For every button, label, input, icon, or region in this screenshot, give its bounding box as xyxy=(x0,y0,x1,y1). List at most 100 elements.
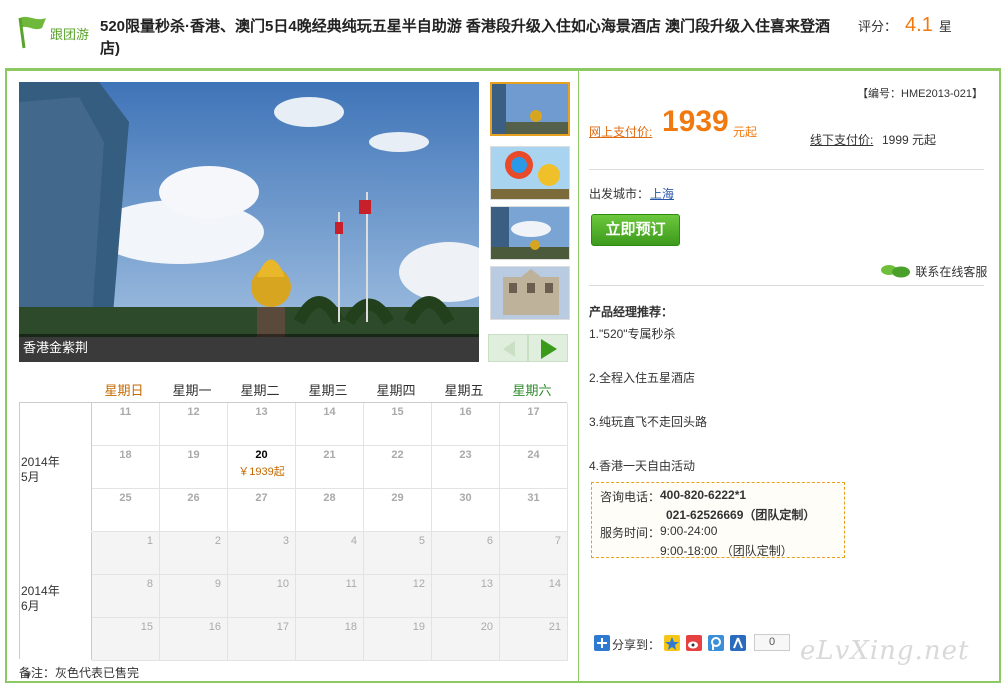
day-number: 20 xyxy=(255,449,268,461)
calendar-day: 7 xyxy=(500,532,568,575)
calendar-day: 12 xyxy=(364,575,432,618)
calendar-day: 31 xyxy=(500,489,568,532)
rating-label: 评分： xyxy=(858,19,898,34)
thumbnail-2[interactable] xyxy=(490,146,570,200)
calendar-day: 8 xyxy=(92,575,160,618)
month-label: 2014年 xyxy=(21,455,60,469)
calendar-day: 12 xyxy=(160,403,228,446)
chat-bubble-icon xyxy=(881,265,910,278)
thumbnail-prev-button[interactable] xyxy=(488,334,528,362)
month-label: 6月 xyxy=(21,599,40,613)
watermark: eLvXing.net xyxy=(800,636,970,666)
offline-price: 1999 元起 xyxy=(882,133,937,147)
calendar-day: 1 xyxy=(92,532,160,575)
thumbnail-next-button[interactable] xyxy=(528,334,568,362)
day-number: 4 xyxy=(350,535,357,547)
calendar-day: 15 xyxy=(364,403,432,446)
calendar-day: 9 xyxy=(160,575,228,618)
day-number: 18 xyxy=(344,621,357,633)
thumbnail-1[interactable] xyxy=(490,82,570,136)
calendar-day: 16 xyxy=(160,618,228,661)
thumbnail-4[interactable] xyxy=(490,266,570,320)
day-number: 13 xyxy=(480,578,493,590)
calendar-day-available[interactable]: 20 ￥1939起 xyxy=(228,446,296,489)
calendar-day: 15 xyxy=(92,618,160,661)
day-number: 15 xyxy=(391,406,404,418)
plus-share-icon[interactable] xyxy=(594,635,610,651)
weekday-header: 星期一 xyxy=(172,383,212,398)
calendar-day: 24 xyxy=(500,446,568,489)
share-label: 分享到： xyxy=(612,638,661,652)
depart-city-link[interactable]: 上海 xyxy=(650,185,674,202)
online-price-label[interactable]: 网上支付价: xyxy=(589,123,652,140)
tencent-weibo-icon[interactable] xyxy=(708,635,724,651)
calendar-day: 10 xyxy=(228,575,296,618)
day-number: 11 xyxy=(345,578,357,590)
page-title: 520限量秒杀·香港、澳门5日4晚经典纯玩五星半自助游 香港段升级入住如心海景酒… xyxy=(100,18,831,57)
depart-city-label: 出发城市： xyxy=(589,187,650,201)
day-number: 1 xyxy=(146,535,153,547)
thumbnail-image xyxy=(492,84,568,134)
weibo-icon[interactable] xyxy=(686,635,702,651)
day-number: 2 xyxy=(214,535,221,547)
day-number: 13 xyxy=(255,406,268,418)
calendar-day: 22 xyxy=(364,446,432,489)
weekday-header: 星期四 xyxy=(376,383,416,398)
book-now-button[interactable]: 立即预订 xyxy=(591,214,680,246)
day-number: 17 xyxy=(276,621,289,633)
calendar-grid: ▲ ▼ 2014年5月11121314151617181920￥1939起212… xyxy=(19,402,568,682)
arrow-right-icon xyxy=(541,339,557,359)
contact-box: 咨询电话： 400-820-6222*1 021-62526669（团队定制） … xyxy=(591,482,845,558)
day-number: 9 xyxy=(214,578,221,590)
pm-item: 2.全程入住五星酒店 xyxy=(589,371,696,385)
page-header: 跟团游 520限量秒杀·香港、澳门5日4晚经典纯玩五星半自助游 香港段升级入住如… xyxy=(0,0,1004,68)
calendar-day: 28 xyxy=(296,489,364,532)
booking-panel: 【编号：HME2013-021】 网上支付价: 1939 元起 线下支付价: 1… xyxy=(580,71,1001,683)
column-divider xyxy=(578,71,579,683)
online-service-link[interactable]: 联系在线客服 xyxy=(880,263,987,280)
calendar-day: 20 xyxy=(432,618,500,661)
share-count: 0 xyxy=(754,634,790,651)
qzone-icon[interactable] xyxy=(664,635,680,651)
calendar-day: 27 xyxy=(228,489,296,532)
pm-item: 4.香港一天自由活动 xyxy=(589,459,696,473)
thumbnail-3[interactable] xyxy=(490,206,570,260)
day-number: 19 xyxy=(412,621,425,633)
thumbnail-image xyxy=(491,267,569,319)
photo-caption: 香港金紫荆 xyxy=(23,340,89,355)
calendar-day: 16 xyxy=(432,403,500,446)
day-number: 30 xyxy=(459,492,472,504)
logo-text: 跟团游 xyxy=(50,27,90,42)
calendar-day: 26 xyxy=(160,489,228,532)
thumbnail-image xyxy=(491,207,569,259)
day-number: 6 xyxy=(486,535,493,547)
day-number: 20 xyxy=(480,621,493,633)
group-tour-logo: 跟团游 xyxy=(16,14,90,50)
thumbnail-image xyxy=(491,147,569,199)
day-number: 10 xyxy=(276,578,289,590)
day-number: 12 xyxy=(187,406,200,418)
weekday-header: 星期六 xyxy=(512,383,552,398)
calendar-day: 19 xyxy=(160,446,228,489)
day-number: 31 xyxy=(527,492,540,504)
day-number: 25 xyxy=(119,492,132,504)
offline-price-label[interactable]: 线下支付价: xyxy=(810,131,873,148)
calendar-day: 5 xyxy=(364,532,432,575)
renren-icon[interactable] xyxy=(730,635,746,651)
phone-number-2: 021-62526669（团队定制） xyxy=(666,508,816,522)
calendar-day: 13 xyxy=(228,403,296,446)
rating-unit: 星 xyxy=(938,19,952,34)
day-number: 15 xyxy=(140,621,153,633)
calendar-day: 14 xyxy=(296,403,364,446)
phone-number-1: 400-820-6222*1 xyxy=(660,488,747,502)
main-photo[interactable]: 香港金紫荆 xyxy=(19,82,479,362)
rating-score: 4.1 xyxy=(905,14,933,36)
day-number: 24 xyxy=(527,449,540,461)
day-number: 22 xyxy=(391,449,404,461)
day-number: 17 xyxy=(527,406,540,418)
online-service-label: 联系在线客服 xyxy=(915,265,988,279)
rating: 评分： 4.1 星 xyxy=(858,14,952,37)
day-number: 19 xyxy=(187,449,200,461)
calendar-day: 6 xyxy=(432,532,500,575)
calendar-day: 13 xyxy=(432,575,500,618)
